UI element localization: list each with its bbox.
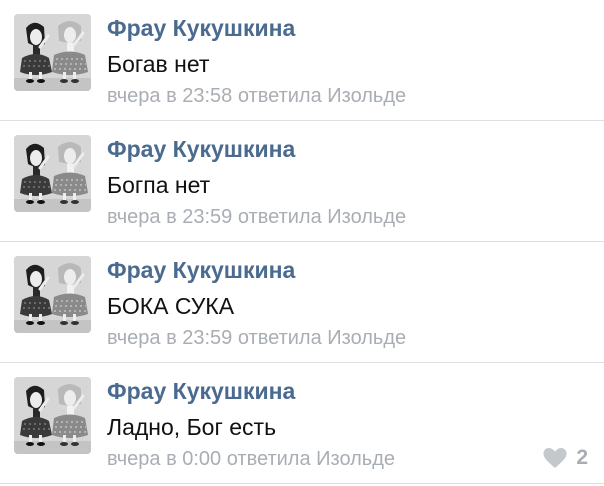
avatar[interactable] xyxy=(14,135,91,212)
avatar-image xyxy=(14,256,91,333)
comment-item[interactable]: Фрау Кукушкина БОКА СУКА вчера в 23:59 о… xyxy=(0,242,604,362)
comment-text: Богпа нет xyxy=(107,172,211,198)
reply-to-link[interactable]: ответила Изольде xyxy=(238,206,406,228)
author-name[interactable]: Фрау Кукушкина xyxy=(107,14,295,42)
like-button[interactable]: 2 xyxy=(542,444,588,472)
comment-meta: вчера в 23:58 ответила Изольде xyxy=(107,84,406,108)
avatar-image xyxy=(14,377,91,454)
comment-time[interactable]: вчера в 23:58 xyxy=(107,85,232,107)
comment-meta: вчера в 23:59 ответила Изольде xyxy=(107,326,406,350)
author-name[interactable]: Фрау Кукушкина xyxy=(107,377,295,405)
author-name[interactable]: Фрау Кукушкина xyxy=(107,135,295,163)
comment-text: БОКА СУКА xyxy=(107,293,235,319)
comments-list: Фрау Кукушкина Богав нет вчера в 23:58 о… xyxy=(0,0,604,486)
comment-time[interactable]: вчера в 23:59 xyxy=(107,327,232,349)
author-name[interactable]: Фрау Кукушкина xyxy=(107,256,295,284)
avatar-image xyxy=(14,14,91,91)
comment-text: Богав нет xyxy=(107,51,210,77)
comment-time[interactable]: вчера в 0:00 xyxy=(107,448,221,470)
avatar[interactable] xyxy=(14,256,91,333)
comment-text: Ладно, Бог есть xyxy=(107,414,277,440)
comment-time[interactable]: вчера в 23:59 xyxy=(107,206,232,228)
comment-item[interactable]: Фрау Кукушкина Богав нет вчера в 23:58 о… xyxy=(0,0,604,120)
avatar[interactable] xyxy=(14,14,91,91)
reply-to-link[interactable]: ответила Изольде xyxy=(238,85,406,107)
comment-item[interactable]: Фрау Кукушкина Ладно, Бог есть вчера в 0… xyxy=(0,363,604,483)
reply-to-link[interactable]: ответила Изольде xyxy=(227,448,395,470)
heart-icon xyxy=(543,448,567,468)
divider xyxy=(0,483,604,484)
like-count: 2 xyxy=(576,446,588,469)
avatar-image xyxy=(14,135,91,212)
comment-item[interactable]: Фрау Кукушкина Богпа нет вчера в 23:59 о… xyxy=(0,121,604,241)
avatar[interactable] xyxy=(14,377,91,454)
comment-meta: вчера в 0:00 ответила Изольде xyxy=(107,447,395,471)
comment-meta: вчера в 23:59 ответила Изольде xyxy=(107,205,406,229)
reply-to-link[interactable]: ответила Изольде xyxy=(238,327,406,349)
